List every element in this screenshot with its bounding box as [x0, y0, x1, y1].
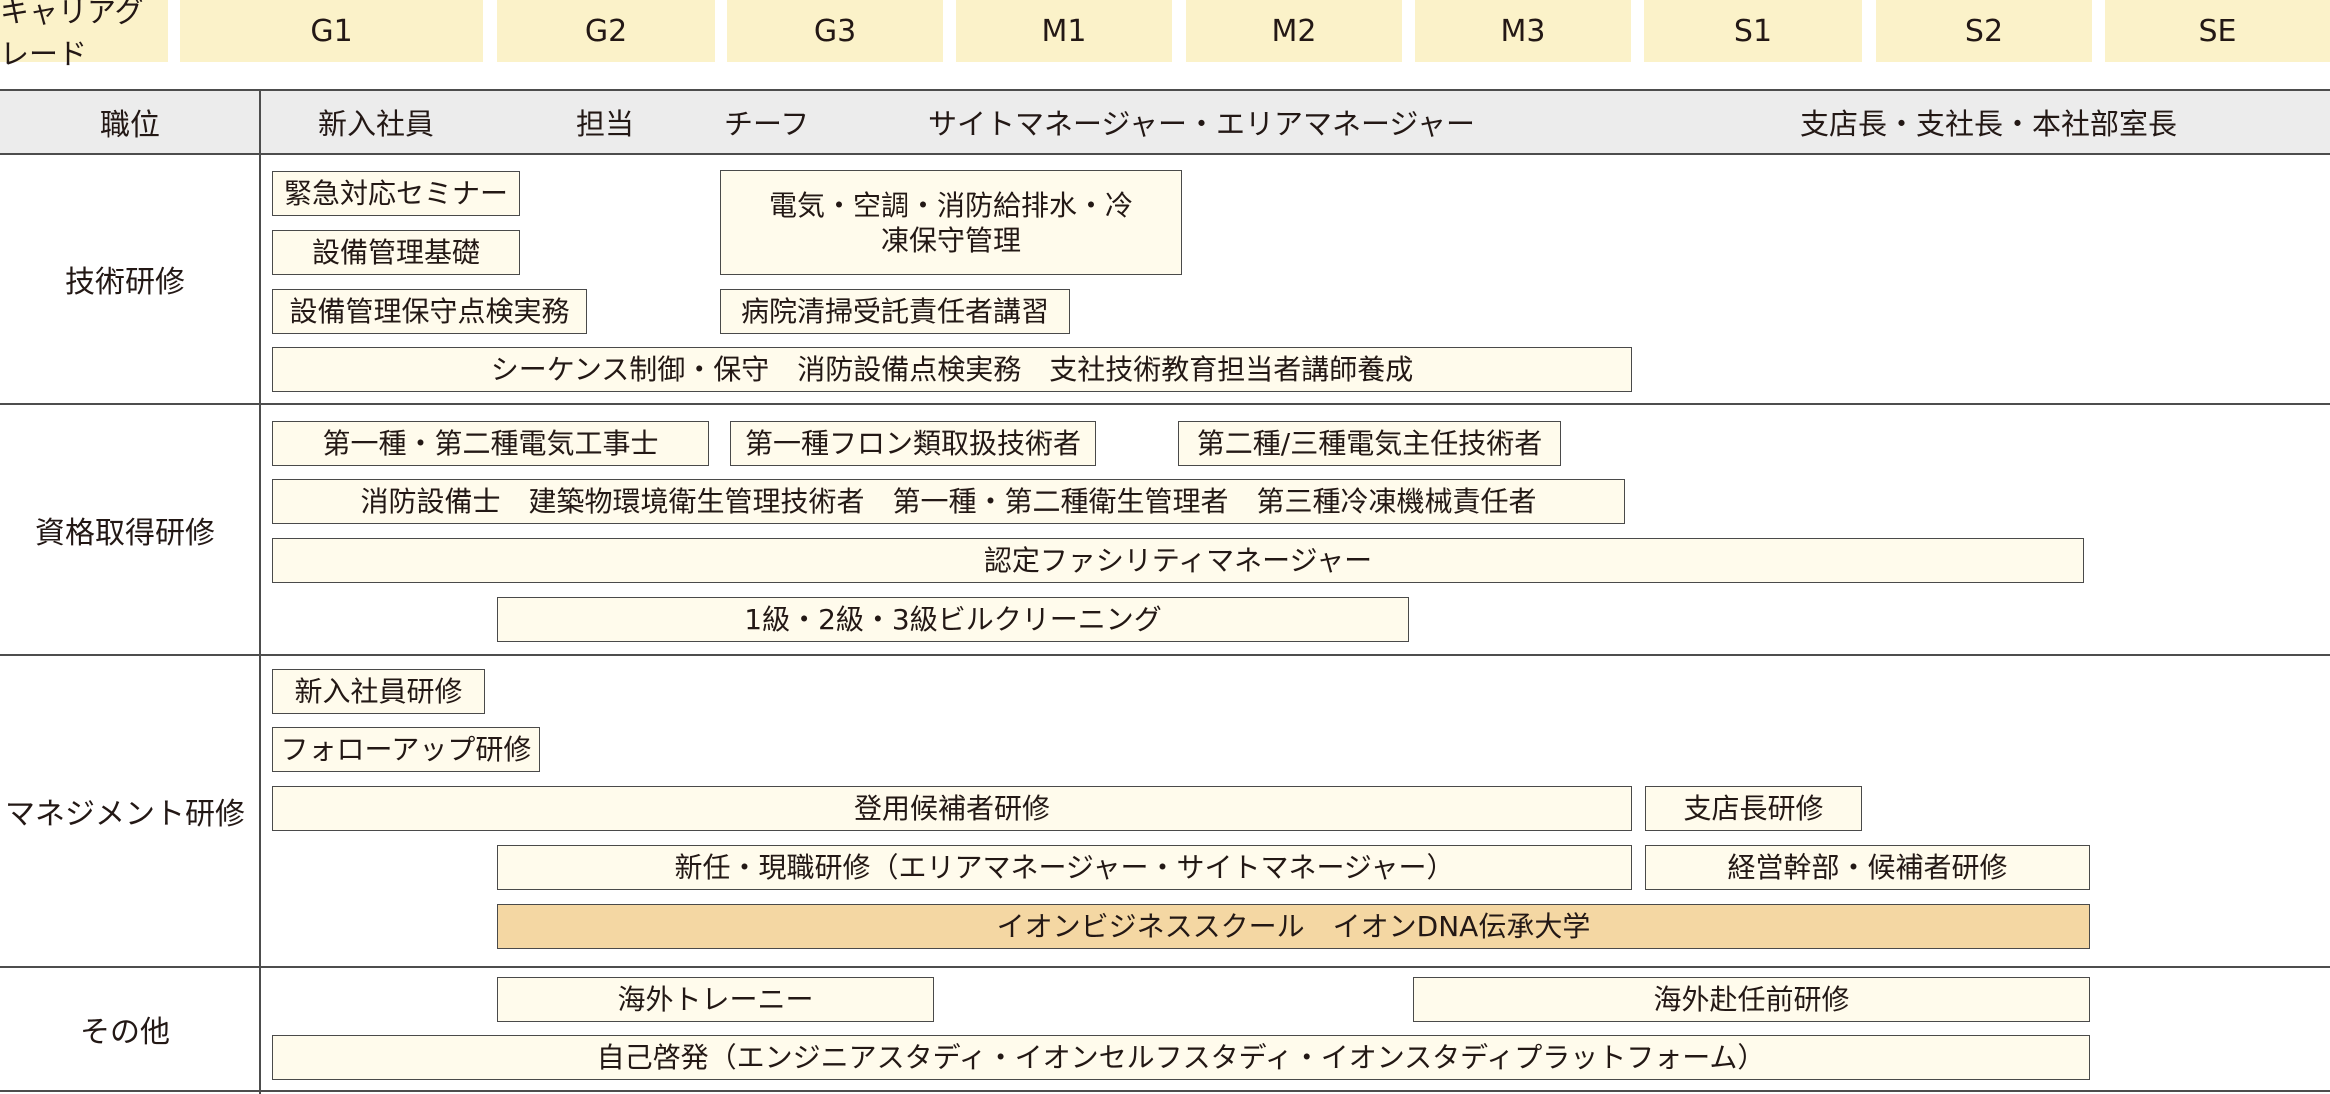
- grade-s2: S2: [1876, 0, 2092, 62]
- section-label-technical: 技術研修: [65, 265, 185, 300]
- course-fire-equipment-hygiene: 消防設備士 建築物環境衛生管理技術者 第一種・第二種衛生管理者 第三種冷凍機械責…: [272, 479, 1625, 524]
- divider-management: [0, 966, 2330, 968]
- position-staff: 担当: [576, 107, 635, 141]
- course-facility-basics: 設備管理基礎: [272, 230, 520, 275]
- position-site-area-manager: サイトマネージャー・エリアマネージャー: [928, 107, 1475, 141]
- grade-se: SE: [2105, 0, 2330, 62]
- course-self-development: 自己啓発（エンジニアスタディ・イオンセルフスタディ・イオンスタディプラットフォー…: [272, 1035, 2090, 1080]
- position-new-employee: 新入社員: [318, 107, 435, 141]
- divider-qualification: [0, 654, 2330, 656]
- divider-bottom: [0, 1090, 2330, 1092]
- grade-g2: G2: [497, 0, 715, 62]
- grade-g3: G3: [727, 0, 943, 62]
- label-column-divider: [259, 90, 261, 1094]
- course-emergency-seminar: 緊急対応セミナー: [272, 171, 520, 216]
- grade-g1: G1: [180, 0, 483, 62]
- course-hospital-cleaning: 病院清掃受託責任者講習: [720, 289, 1070, 334]
- grade-m3: M3: [1415, 0, 1631, 62]
- course-pre-overseas-assignment: 海外赴任前研修: [1413, 977, 2090, 1022]
- course-new-employee-training: 新入社員研修: [272, 669, 485, 714]
- course-executive-candidate: 経営幹部・候補者研修: [1645, 845, 2090, 890]
- position-label: 職位: [100, 108, 160, 143]
- grade-m2: M2: [1186, 0, 1402, 62]
- divider-technical: [0, 403, 2330, 405]
- position-chief: チーフ: [724, 107, 810, 141]
- course-chief-electrical-engineer: 第二種/三種電気主任技術者: [1178, 421, 1561, 466]
- grade-s1: S1: [1644, 0, 1862, 62]
- course-branch-manager-training: 支店長研修: [1645, 786, 1862, 831]
- course-overseas-trainee: 海外トレーニー: [497, 977, 934, 1022]
- course-freon-handler: 第一種フロン類取扱技術者: [730, 421, 1096, 466]
- course-follow-up-training: フォローアップ研修: [272, 727, 540, 772]
- course-facility-maintenance: 設備管理保守点検実務: [272, 289, 587, 334]
- course-promotion-candidate: 登用候補者研修: [272, 786, 1632, 831]
- course-electric-hvac: 電気・空調・消防給排水・冷凍保守管理: [720, 170, 1182, 275]
- course-building-cleaning: 1級・2級・3級ビルクリーニング: [497, 597, 1409, 642]
- grade-m1: M1: [956, 0, 1172, 62]
- section-label-qualification: 資格取得研修: [35, 515, 215, 551]
- course-aeon-business-school: イオンビジネススクール イオンDNA伝承大学: [497, 904, 2090, 949]
- section-label-management: マネジメント研修: [5, 797, 245, 832]
- course-certified-facility-manager: 認定ファシリティマネージャー: [272, 538, 2084, 583]
- position-branch-manager: 支店長・支社長・本社部室長: [1800, 107, 2178, 141]
- section-label-other: その他: [80, 1015, 170, 1050]
- grade-header-title: キャリアグレード: [0, 0, 168, 71]
- course-sequence-control: シーケンス制御・保守 消防設備点検実務 支社技術教育担当者講師養成: [272, 347, 1632, 392]
- course-electrician: 第一種・第二種電気工事士: [272, 421, 709, 466]
- course-new-current-manager: 新任・現職研修（エリアマネージャー・サイトマネージャー）: [497, 845, 1632, 890]
